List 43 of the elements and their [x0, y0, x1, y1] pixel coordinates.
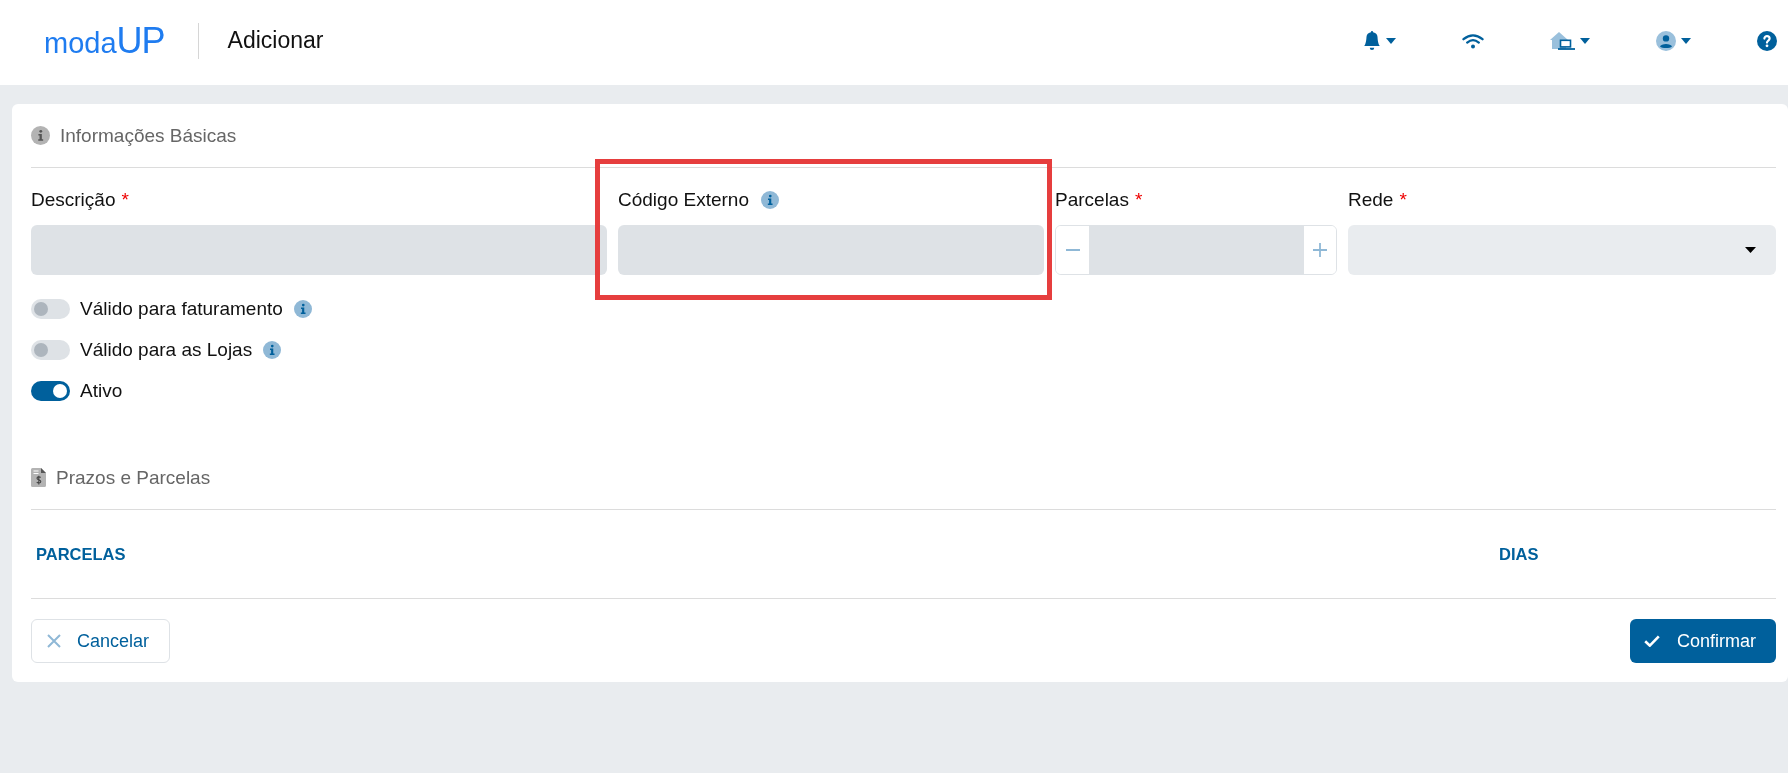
column-header: DIAS [1498, 545, 1539, 563]
required-mark: * [1134, 189, 1143, 211]
user-icon [1656, 30, 1676, 51]
toggle-label: Válido para as Lojas [80, 339, 253, 361]
toggle-switch[interactable] [31, 340, 70, 360]
wifi-icon [1462, 32, 1484, 49]
wifi-button[interactable] [1462, 32, 1484, 49]
check-icon [1644, 635, 1660, 647]
info-icon [31, 126, 50, 145]
help-icon [1757, 30, 1777, 51]
user-menu-button[interactable] [1656, 30, 1691, 51]
input-field[interactable] [31, 225, 607, 275]
location-menu-button[interactable] [1550, 31, 1590, 50]
section-title: Informações Básicas [60, 124, 237, 147]
field-label: Descrição [31, 189, 116, 211]
field-label: Rede [1348, 189, 1394, 211]
toggle-label: Ativo [80, 380, 123, 402]
help-button[interactable] [1757, 30, 1777, 51]
logo: modaUP [44, 22, 165, 59]
required-mark: * [121, 189, 129, 211]
toggle-switch[interactable] [31, 381, 70, 401]
required-mark: * [1399, 189, 1407, 211]
increment-button[interactable] [1303, 226, 1336, 274]
confirm-button[interactable]: Confirmar [1630, 619, 1776, 663]
section-title: Prazos e Parcelas [56, 466, 211, 489]
caret-icon [1745, 247, 1756, 253]
toggle-switch[interactable] [31, 299, 70, 319]
column-header: PARCELAS [35, 545, 126, 563]
close-icon [47, 634, 61, 648]
cancel-button[interactable]: Cancelar [31, 619, 170, 663]
input-field[interactable] [618, 225, 1044, 275]
number-input[interactable] [1089, 226, 1303, 274]
plus-icon [1313, 243, 1327, 257]
document-dollar-icon [31, 468, 46, 487]
stepper-field[interactable] [1055, 225, 1337, 275]
page-title: Adicionar [227, 27, 324, 54]
field-label: Código Externo [618, 189, 749, 211]
bell-icon [1363, 31, 1381, 50]
field-label: Parcelas [1055, 189, 1129, 211]
notifications-button[interactable] [1363, 31, 1396, 50]
toggle-label: Válido para faturamento [80, 298, 283, 320]
select-field[interactable] [1348, 225, 1776, 275]
house-laptop-icon [1550, 31, 1575, 50]
